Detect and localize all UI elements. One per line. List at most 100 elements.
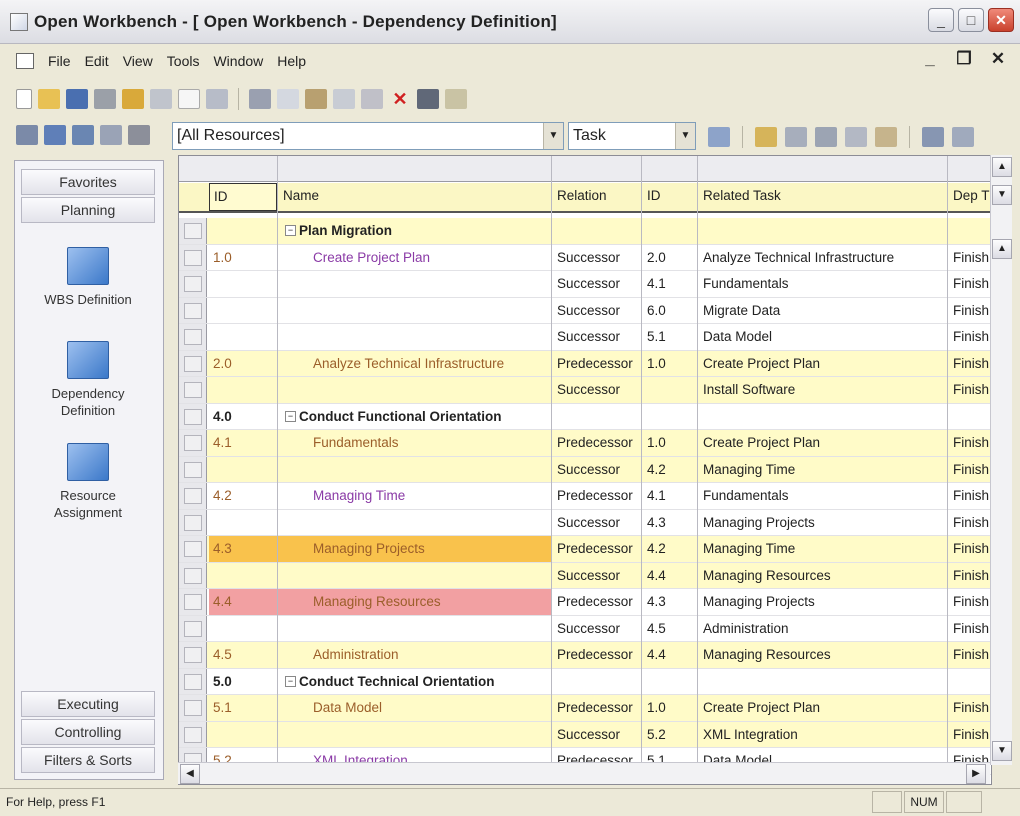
undo-icon[interactable] <box>333 89 355 109</box>
table-row[interactable]: Successor 5.2 XML Integration Finish <box>179 721 991 748</box>
sidebar-tab-controlling[interactable]: Controlling <box>21 719 155 745</box>
scroll-up-icon[interactable]: ▲ <box>992 157 1012 177</box>
cell-relation[interactable]: Predecessor <box>553 351 641 377</box>
chevron-down-icon[interactable]: ▼ <box>543 123 563 149</box>
row-selector[interactable] <box>179 324 207 350</box>
cell-related-id[interactable]: 5.2 <box>643 722 697 748</box>
cell-related-task[interactable]: Managing Resources <box>699 642 947 668</box>
row-selector[interactable] <box>179 695 207 721</box>
col-header-dep-type[interactable]: Dep T <box>949 183 991 209</box>
collapse-icon[interactable]: − <box>285 225 296 236</box>
table-row[interactable]: Successor 5.1 Data Model Finish <box>179 324 991 351</box>
cell-relation[interactable]: Successor <box>553 271 641 297</box>
sidebar-item-resource-assignment[interactable]: Resource Assignment <box>21 443 155 521</box>
cell-id[interactable]: 4.5 <box>209 642 277 668</box>
cell-related-task[interactable]: Managing Projects <box>699 510 947 536</box>
format-icon[interactable] <box>206 89 228 109</box>
cell-related-id[interactable]: 4.2 <box>643 536 697 562</box>
table-row[interactable]: Managing Projects Predecessor 4.2 Managing … <box>179 536 991 563</box>
cell-dep-type[interactable]: Finish <box>949 457 991 483</box>
indent-icon[interactable] <box>815 127 837 147</box>
cell-relation[interactable]: Successor <box>553 563 641 589</box>
cell-dep-type[interactable]: Finish <box>949 430 991 456</box>
cell-related-id[interactable]: 4.4 <box>643 642 697 668</box>
menu-tools[interactable]: Tools <box>167 53 200 69</box>
cell-related-task[interactable]: Managing Time <box>699 457 947 483</box>
cell-relation[interactable]: Successor <box>553 377 641 403</box>
sidebar-item-wbs-definition[interactable]: WBS Definition <box>21 247 155 308</box>
cell-related-id[interactable]: 4.1 <box>643 483 697 509</box>
menu-window[interactable]: Window <box>213 53 263 69</box>
cell-dep-type[interactable]: Finish <box>949 483 991 509</box>
sidebar-tab-executing[interactable]: Executing <box>21 691 155 717</box>
row-selector[interactable] <box>179 509 207 535</box>
close-button[interactable]: ✕ <box>988 8 1014 32</box>
cell-related-id[interactable]: 4.3 <box>643 589 697 615</box>
cell-related-id[interactable]: 4.2 <box>643 457 697 483</box>
cell-dep-type[interactable]: Finish <box>949 642 991 668</box>
cell-dep-type[interactable]: Finish <box>949 324 991 350</box>
tool-icon[interactable] <box>875 127 897 147</box>
cell-relation[interactable]: Predecessor <box>553 483 641 509</box>
table-row[interactable]: Successor Install Software Finish <box>179 377 991 404</box>
scroll-down-icon[interactable]: ▼ <box>992 185 1012 205</box>
col-header-relation[interactable]: Relation <box>553 183 641 209</box>
filter-icon[interactable] <box>128 125 150 145</box>
sidebar-tab-filters-sorts[interactable]: Filters & Sorts <box>21 747 155 773</box>
row-selector[interactable] <box>179 456 207 482</box>
cell-dep-type[interactable]: Finish <box>949 351 991 377</box>
table-row[interactable]: Successor 4.1 Fundamentals Finish <box>179 271 991 298</box>
col-header-related-id[interactable]: ID <box>643 183 697 209</box>
cell-related-id[interactable]: 6.0 <box>643 298 697 324</box>
cell-relation[interactable]: Successor <box>553 510 641 536</box>
cell-dep-type[interactable]: Finish <box>949 563 991 589</box>
print-preview-icon[interactable] <box>150 89 172 109</box>
table-row[interactable]: Successor 4.3 Managing Projects Finish <box>179 509 991 536</box>
cell-related-id[interactable]: 1.0 <box>643 430 697 456</box>
cell-id[interactable]: 1.0 <box>209 245 277 271</box>
task-icon[interactable] <box>755 127 777 147</box>
table-row[interactable]: Successor 6.0 Migrate Data Finish <box>179 297 991 324</box>
row-selector[interactable] <box>179 430 207 456</box>
row-selector[interactable] <box>179 377 207 403</box>
cell-relation[interactable]: Successor <box>553 616 641 642</box>
cell-related-id[interactable]: 2.0 <box>643 245 697 271</box>
zoom-in-icon[interactable] <box>922 127 944 147</box>
cell-related-task[interactable]: XML Integration <box>699 722 947 748</box>
cell-related-task[interactable]: Administration <box>699 616 947 642</box>
cell-dep-type[interactable]: Finish <box>949 589 991 615</box>
cell-dep-type[interactable]: Finish <box>949 377 991 403</box>
find-icon[interactable] <box>417 89 439 109</box>
cell-name[interactable]: Managing Time <box>279 483 551 509</box>
table-row[interactable]: 2.0 Analyze Technical Infrastructure Prede… <box>179 350 991 377</box>
maximize-button[interactable]: □ <box>958 8 984 32</box>
grid-icon[interactable] <box>44 125 66 145</box>
cell-id[interactable]: 4.0 <box>209 404 277 430</box>
row-selector[interactable] <box>179 244 207 270</box>
cell-related-task[interactable]: Managing Time <box>699 536 947 562</box>
chart-icon[interactable] <box>445 89 467 109</box>
row-selector[interactable] <box>179 297 207 323</box>
paste-icon[interactable] <box>305 89 327 109</box>
cell-relation[interactable]: Predecessor <box>553 536 641 562</box>
cell-name[interactable]: Conduct Technical Orientation <box>279 669 551 695</box>
cell-related-task[interactable]: Create Project Plan <box>699 695 947 721</box>
cut-icon[interactable] <box>249 89 271 109</box>
cell-dep-type[interactable]: Finish <box>949 510 991 536</box>
cell-id[interactable]: 5.1 <box>209 695 277 721</box>
cell-related-id[interactable]: 1.0 <box>643 695 697 721</box>
table-row[interactable]: 1.0 Create Project Plan Successor 2.0 Analyz… <box>179 244 991 271</box>
collapse-icon[interactable]: − <box>285 675 296 687</box>
link-icon[interactable] <box>785 127 807 147</box>
properties-icon[interactable] <box>361 89 383 109</box>
cell-related-task[interactable]: Create Project Plan <box>699 351 947 377</box>
cell-dep-type[interactable]: Finish <box>949 271 991 297</box>
chevron-down-icon[interactable]: ▼ <box>675 123 695 149</box>
scroll-down-icon[interactable]: ▼ <box>992 741 1012 761</box>
cell-relation[interactable]: Predecessor <box>553 589 641 615</box>
col-header-id[interactable]: ID <box>209 183 277 211</box>
group-row[interactable]: 5.0 Conduct Technical Orientation − <box>179 668 991 695</box>
scroll-right-icon[interactable]: ▶ <box>966 764 986 784</box>
doc-minimize-button[interactable]: _ <box>916 48 944 72</box>
row-selector[interactable] <box>179 642 207 668</box>
